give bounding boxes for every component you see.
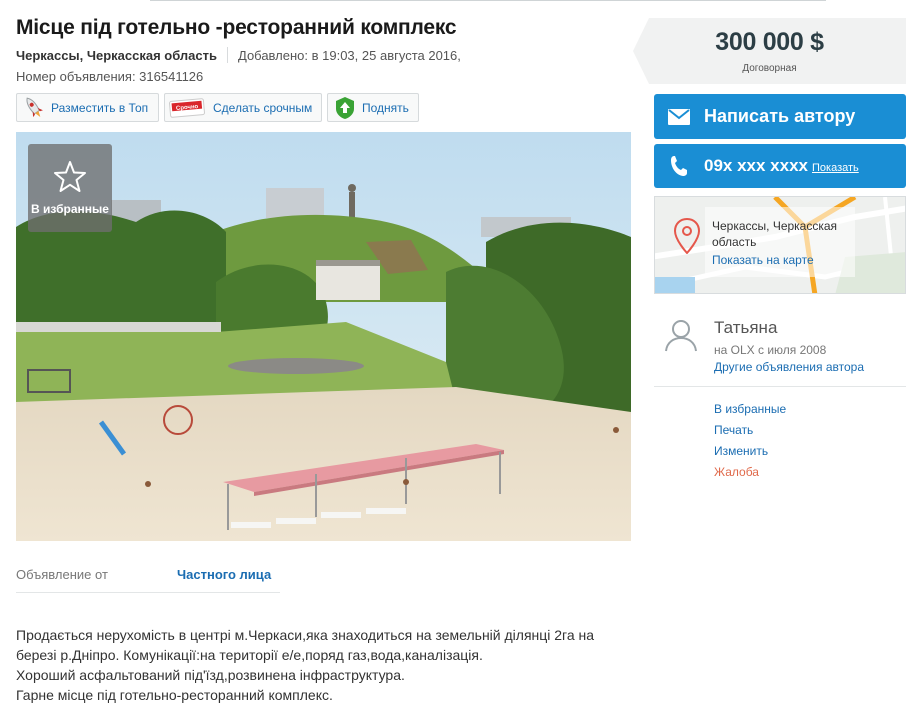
envelope-icon	[668, 108, 690, 125]
ad-meta: Черкассы, Черкасская область Добавлено: …	[16, 47, 461, 63]
bump-up-label: Поднять	[362, 100, 409, 115]
seller-name: Татьяна	[714, 318, 778, 337]
other-ads-link[interactable]: Другие объявления автора	[714, 360, 864, 374]
ad-number: Номер объявления: 316541126	[16, 69, 204, 84]
seller-since: на OLX с июля 2008	[714, 343, 827, 357]
details-divider	[16, 592, 280, 593]
rocket-icon	[23, 96, 45, 120]
ad-location[interactable]: Черкассы, Черкасская область	[16, 48, 217, 63]
edit-link[interactable]: Изменить	[714, 444, 768, 458]
user-avatar-icon	[664, 318, 698, 357]
phone-icon	[668, 155, 690, 177]
offer-from-value[interactable]: Частного лица	[177, 567, 271, 582]
meta-divider	[227, 47, 228, 63]
show-phone-link[interactable]: Показать	[812, 162, 859, 174]
description-line: Хороший асфальтований під'їзд,розвинена …	[16, 667, 405, 683]
location-pin-icon	[673, 217, 701, 259]
ad-description: Продається нерухомість в центрі м.Черкас…	[16, 625, 626, 705]
sidebar-divider	[654, 386, 906, 387]
price-note: Договорная	[742, 63, 797, 74]
print-link[interactable]: Печать	[714, 423, 753, 437]
favorite-photo-label: В избранные	[31, 202, 109, 216]
write-to-author-label: Написать автору	[704, 106, 856, 126]
write-to-author-button[interactable]: Написать автору	[654, 94, 906, 139]
ad-title: Місце під готельно -ресторанний комплекс	[16, 16, 457, 39]
bump-up-button[interactable]: Поднять	[327, 93, 419, 122]
price: 300 000 $	[715, 28, 824, 56]
make-urgent-button[interactable]: Срочно Сделать срочным	[164, 93, 322, 122]
description-line: Продається нерухомість в центрі м.Черкас…	[16, 627, 595, 643]
arrow-up-badge-icon	[334, 96, 356, 120]
report-link[interactable]: Жалоба	[714, 465, 759, 479]
phone-button[interactable]: 09x xxx xxxx Показать	[654, 144, 906, 188]
urgent-sticker-icon: Срочно	[169, 96, 205, 120]
description-line: Гарне місце під готельно-ресторанний ком…	[16, 687, 333, 703]
map-location-text: Черкассы, Черкасская область	[712, 219, 838, 249]
ad-added-date: Добавлено: в 19:03, 25 августа 2016,	[238, 47, 461, 63]
offer-from-label: Объявление от	[16, 567, 108, 582]
show-on-map-link[interactable]: Показать на карте	[712, 253, 814, 267]
add-to-favorites-link[interactable]: В избранные	[714, 402, 786, 416]
phone-number: 09x xxx xxxx	[704, 156, 808, 175]
promote-top-label: Разместить в Топ	[51, 100, 149, 115]
star-icon	[53, 160, 87, 197]
add-to-favorites-photo-button[interactable]: В избранные	[28, 144, 112, 232]
description-line: березі р.Дніпро. Комунікації:на територі…	[16, 647, 483, 663]
promote-top-button[interactable]: Разместить в Топ	[16, 93, 159, 122]
make-urgent-label: Сделать срочным	[213, 100, 313, 115]
top-divider	[150, 0, 826, 1]
